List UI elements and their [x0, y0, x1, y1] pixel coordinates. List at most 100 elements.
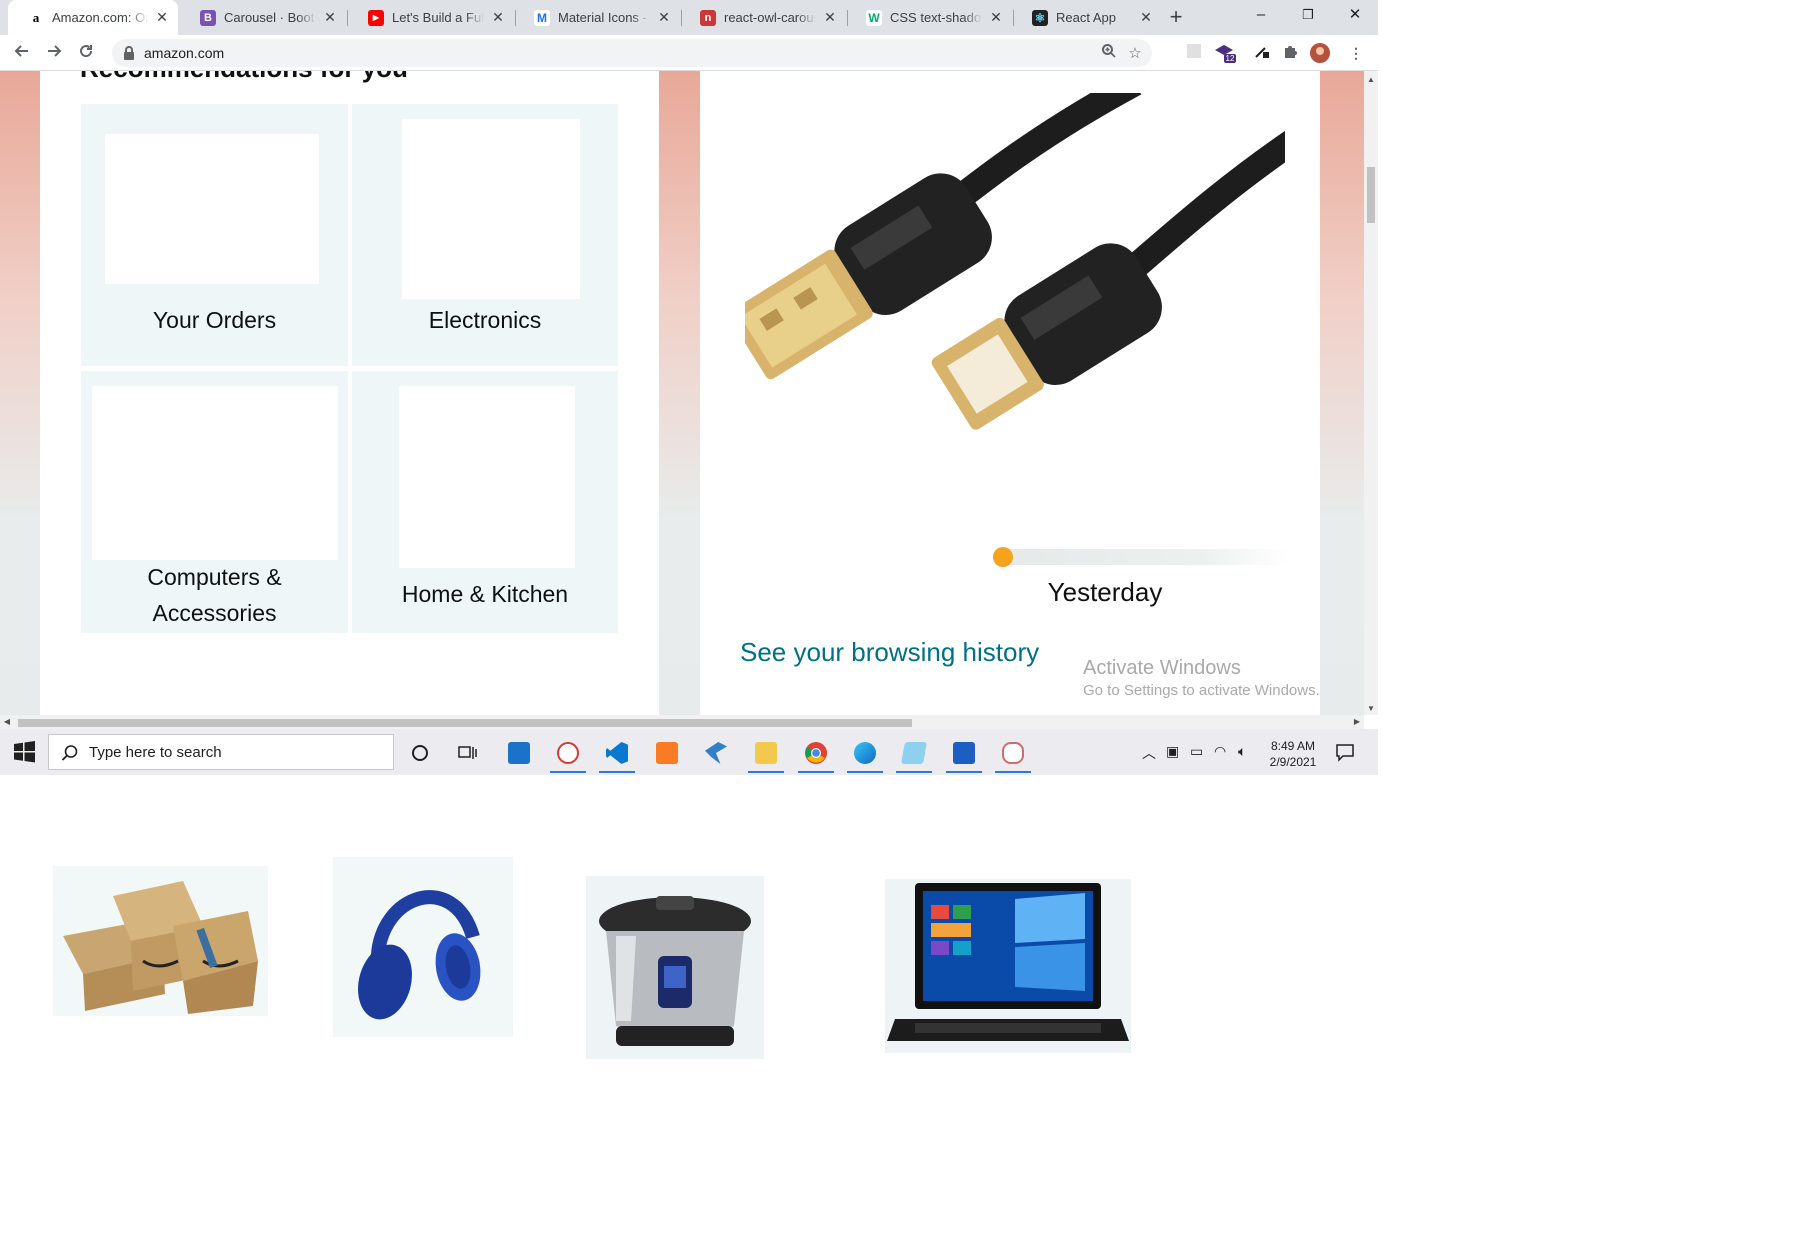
tile-label: Your Orders	[152, 307, 277, 333]
edge-app[interactable]	[845, 735, 885, 773]
tab-amazon[interactable]: a Amazon.com: Onl ✕	[8, 0, 178, 35]
mail-app[interactable]	[499, 735, 539, 771]
browsing-history-card: Yesterday See your browsing history	[700, 71, 1320, 715]
browser-toolbar: amazon.com ☆ 12 ⋮	[0, 35, 1378, 71]
tab-material-icons[interactable]: M Material Icons - M ✕	[514, 0, 680, 35]
tab-title: react-owl-carouse	[724, 10, 816, 25]
tab-title: Amazon.com: Onl	[52, 10, 148, 25]
tile-image-placeholder	[402, 119, 580, 299]
youtube-favicon-icon: ▶	[368, 9, 384, 26]
address-bar[interactable]: amazon.com ☆	[112, 39, 1152, 67]
zoom-icon[interactable]	[1098, 43, 1120, 65]
extensions-puzzle-icon[interactable]	[1280, 43, 1300, 63]
w3schools-favicon-icon: W	[866, 9, 882, 26]
scroll-left-arrow-icon[interactable]: ◀	[0, 717, 14, 726]
taskbar-search-box[interactable]: Type here to search	[48, 734, 394, 770]
amazon-favicon-icon: a	[28, 9, 44, 26]
material-icons-favicon-icon: M	[534, 9, 550, 26]
paint-3d-app[interactable]	[548, 735, 588, 773]
arrow-right-icon	[48, 45, 62, 57]
xampp-app[interactable]	[647, 735, 687, 771]
tile-electronics[interactable]: Electronics	[352, 104, 618, 366]
history-period-label: Yesterday	[1047, 577, 1163, 607]
close-tab-icon[interactable]: ✕	[1138, 9, 1154, 26]
minimize-button[interactable]: –	[1238, 0, 1284, 30]
tile-your-orders[interactable]: Your Orders	[81, 104, 348, 366]
scroll-down-arrow-icon[interactable]: ▼	[1364, 704, 1378, 713]
close-tab-icon[interactable]: ✕	[822, 9, 838, 26]
close-window-button[interactable]: ✕	[1332, 0, 1378, 30]
reload-button[interactable]	[72, 39, 100, 67]
vertical-scroll-thumb[interactable]	[1367, 167, 1375, 223]
extension-badge: 12	[1226, 54, 1235, 63]
restore-button[interactable]: ❐	[1285, 0, 1331, 30]
paint-app[interactable]	[993, 735, 1033, 773]
mail-icon	[508, 742, 530, 764]
search-icon	[61, 745, 78, 761]
mysql-workbench-app[interactable]	[696, 735, 736, 771]
tab-react-app[interactable]: ⚛ React App ✕	[1012, 0, 1162, 35]
bookmark-star-icon[interactable]: ☆	[1124, 43, 1146, 65]
browsing-history-link[interactable]: See your browsing history	[740, 637, 1039, 668]
instant-pot-image	[586, 876, 764, 1059]
photos-app[interactable]	[944, 735, 984, 773]
page-viewport: Recommendations for you Your Orders Elec…	[0, 71, 1364, 715]
tab-w3schools[interactable]: W CSS text-shadow p ✕	[846, 0, 1012, 35]
usb-cable-product-image[interactable]	[745, 93, 1285, 513]
meet-now-icon[interactable]: ▣	[1166, 743, 1179, 760]
search-placeholder: Type here to search	[89, 744, 222, 761]
scroll-up-arrow-icon[interactable]: ▲	[1364, 75, 1378, 84]
volume-icon[interactable]: 🔈︎	[1238, 743, 1246, 760]
bootstrap-favicon-icon: B	[200, 9, 216, 26]
activate-windows-watermark: Activate Windows Go to Settings to activ…	[1083, 657, 1320, 699]
close-tab-icon[interactable]: ✕	[322, 9, 338, 26]
more-menu-icon[interactable]: ⋮	[1346, 43, 1366, 63]
back-button[interactable]	[8, 39, 36, 67]
close-tab-icon[interactable]: ✕	[154, 9, 170, 26]
vscode-app[interactable]	[597, 735, 637, 773]
horizontal-scroll-thumb[interactable]	[18, 719, 912, 727]
windows-start-icon[interactable]	[8, 737, 40, 767]
file-explorer-app[interactable]	[746, 735, 786, 773]
extension-grey-icon[interactable]	[1184, 43, 1204, 63]
tile-computers-accessories[interactable]: Computers & Accessories	[81, 371, 348, 633]
tile-home-kitchen[interactable]: Home & Kitchen	[352, 371, 618, 633]
tab-npm[interactable]: n react-owl-carouse ✕	[680, 0, 846, 35]
tile-image-placeholder	[399, 386, 575, 568]
task-view-button[interactable]	[448, 735, 488, 771]
cortana-circle-icon	[412, 745, 428, 761]
close-tab-icon[interactable]: ✕	[490, 9, 506, 26]
forward-button[interactable]	[40, 39, 68, 67]
windows-taskbar: Type here to search ︿ ▣ ▭ ◠ 🔈︎ 8:49 AM 2…	[0, 729, 1378, 775]
task-view-icon	[458, 746, 477, 759]
vertical-scrollbar[interactable]: ▲ ▼	[1364, 71, 1378, 715]
history-progress-dot[interactable]	[993, 547, 1013, 567]
tab-bootstrap[interactable]: B Carousel · Bootstra ✕	[180, 0, 346, 35]
horizontal-scrollbar[interactable]: ◀ ▶	[0, 715, 1364, 729]
vscode-icon	[606, 742, 628, 764]
new-tab-button[interactable]: +	[1162, 3, 1190, 31]
xampp-icon	[656, 742, 678, 764]
scroll-right-arrow-icon[interactable]: ▶	[1350, 717, 1364, 726]
tab-title: Let's Build a Full-S	[392, 10, 484, 25]
wifi-icon[interactable]: ◠	[1214, 743, 1226, 760]
reload-icon	[80, 45, 93, 58]
notepad-app[interactable]	[894, 735, 934, 773]
close-tab-icon[interactable]: ✕	[988, 9, 1004, 26]
recommendations-heading: Recommendations for you	[80, 71, 408, 84]
taskbar-clock[interactable]: 8:49 AM 2/9/2021	[1262, 738, 1324, 770]
extension-graduation-cap-icon[interactable]: 12	[1214, 43, 1236, 63]
tab-youtube[interactable]: ▶ Let's Build a Full-S ✕	[348, 0, 514, 35]
show-hidden-icons-chevron-icon[interactable]: ︿	[1142, 743, 1156, 763]
close-tab-icon[interactable]: ✕	[656, 9, 672, 26]
profile-avatar[interactable]	[1310, 43, 1330, 63]
folder-icon	[755, 742, 777, 764]
photos-icon	[953, 742, 975, 764]
cortana-button[interactable]	[400, 735, 440, 771]
extension-eyedropper-icon[interactable]	[1252, 43, 1272, 63]
url-text[interactable]: amazon.com	[144, 45, 224, 61]
notifications-icon[interactable]	[1334, 741, 1356, 763]
browser-window: a Amazon.com: Onl ✕ B Carousel · Bootstr…	[0, 0, 1378, 775]
chrome-app[interactable]	[796, 735, 836, 773]
battery-icon[interactable]: ▭	[1190, 743, 1203, 760]
